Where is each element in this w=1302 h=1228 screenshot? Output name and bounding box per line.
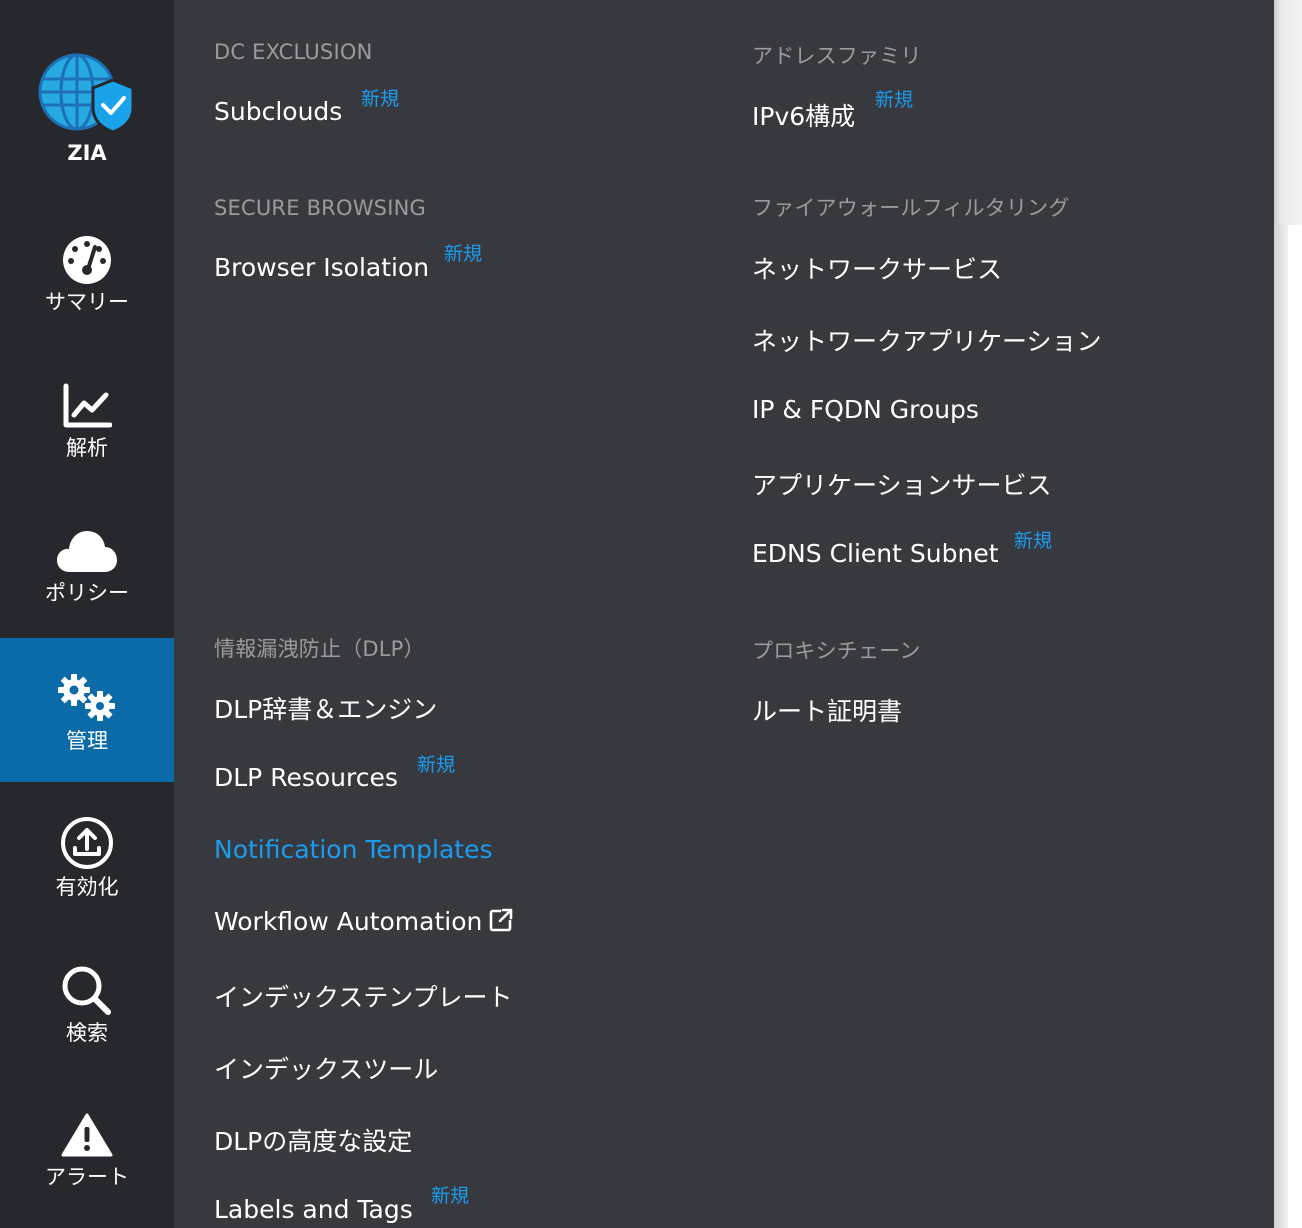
zia-globe-shield-icon [38, 53, 135, 134]
menu-item-subclouds[interactable]: Subclouds [214, 97, 342, 126]
dashboard-gauge-icon [63, 236, 111, 284]
page-edge [1274, 0, 1302, 225]
alert-triangle-icon [61, 1113, 113, 1157]
nav-policy-label: ポリシー [45, 581, 129, 605]
page-edge-lower [1274, 225, 1288, 1228]
menu-item-application-services[interactable]: アプリケーションサービス [752, 466, 1052, 502]
nav-analysis[interactable]: 解析 [0, 383, 174, 473]
menu-item-ipv6-config[interactable]: IPv6構成 [752, 97, 855, 133]
menu-item-workflow-automation-label: Workflow Automation [214, 907, 483, 936]
menu-item-notification-templates[interactable]: Notification Templates [214, 835, 493, 864]
nav-analysis-label: 解析 [66, 436, 108, 460]
new-badge: 新規 [875, 89, 914, 111]
section-firewall-filtering: ファイアウォールフィルタリング [752, 196, 1070, 220]
section-proxy-chain: プロキシチェーン [752, 639, 921, 663]
menu-item-index-templates[interactable]: インデックステンプレート [214, 978, 513, 1014]
nav-zia[interactable]: ZIA [0, 52, 174, 177]
nav-zia-label: ZIA [67, 141, 107, 165]
nav-admin[interactable]: 管理 [0, 638, 174, 782]
search-icon [62, 966, 111, 1015]
menu-item-workflow-automation[interactable]: Workflow Automation [214, 907, 514, 936]
nav-search[interactable]: 検索 [0, 964, 174, 1054]
section-address-family: アドレスファミリ [752, 44, 922, 68]
menu-item-root-certificate[interactable]: ルート証明書 [752, 692, 902, 728]
left-nav: ZIA サマリー 解析 ポリシー 管理 有効化 検索 アラート [0, 0, 174, 1228]
menu-item-network-services[interactable]: ネットワークサービス [752, 250, 1002, 286]
menu-item-edns-client-subnet[interactable]: EDNS Client Subnet [752, 539, 999, 568]
gears-icon [58, 674, 115, 721]
new-badge: 新規 [431, 1185, 470, 1207]
new-badge: 新規 [361, 88, 400, 110]
nav-admin-label: 管理 [66, 729, 108, 753]
menu-item-dlp-resources[interactable]: DLP Resources [214, 763, 398, 792]
nav-policy[interactable]: ポリシー [0, 528, 174, 618]
menu-item-browser-isolation[interactable]: Browser Isolation [214, 253, 429, 282]
external-link-icon [490, 908, 513, 932]
nav-activate[interactable]: 有効化 [0, 816, 174, 906]
menu-item-network-applications[interactable]: ネットワークアプリケーション [752, 322, 1102, 358]
admin-menu-panel [174, 0, 1274, 1228]
nav-search-label: 検索 [66, 1021, 108, 1045]
nav-summary[interactable]: サマリー [0, 235, 174, 325]
menu-item-ip-fqdn-groups[interactable]: IP & FQDN Groups [752, 395, 979, 424]
menu-item-index-tools[interactable]: インデックスツール [214, 1050, 438, 1086]
upload-activate-icon [61, 817, 113, 869]
nav-summary-label: サマリー [45, 290, 129, 314]
menu-item-dlp-dictionaries[interactable]: DLP辞書＆エンジン [214, 690, 437, 726]
nav-alerts-label: アラート [45, 1165, 129, 1189]
nav-activate-label: 有効化 [55, 875, 119, 899]
new-badge: 新規 [1014, 530, 1053, 552]
section-dlp: 情報漏洩防止（DLP） [214, 637, 425, 661]
menu-item-dlp-advanced-settings[interactable]: DLPの高度な設定 [214, 1122, 412, 1158]
new-badge: 新規 [417, 754, 456, 776]
line-chart-icon [63, 383, 112, 428]
new-badge: 新規 [444, 243, 483, 265]
section-dc-exclusion: DC EXCLUSION [214, 40, 373, 64]
section-secure-browsing: SECURE BROWSING [214, 196, 426, 220]
nav-alerts[interactable]: アラート [0, 1112, 174, 1202]
menu-item-labels-and-tags[interactable]: Labels and Tags [214, 1195, 413, 1224]
cloud-icon [57, 531, 117, 572]
